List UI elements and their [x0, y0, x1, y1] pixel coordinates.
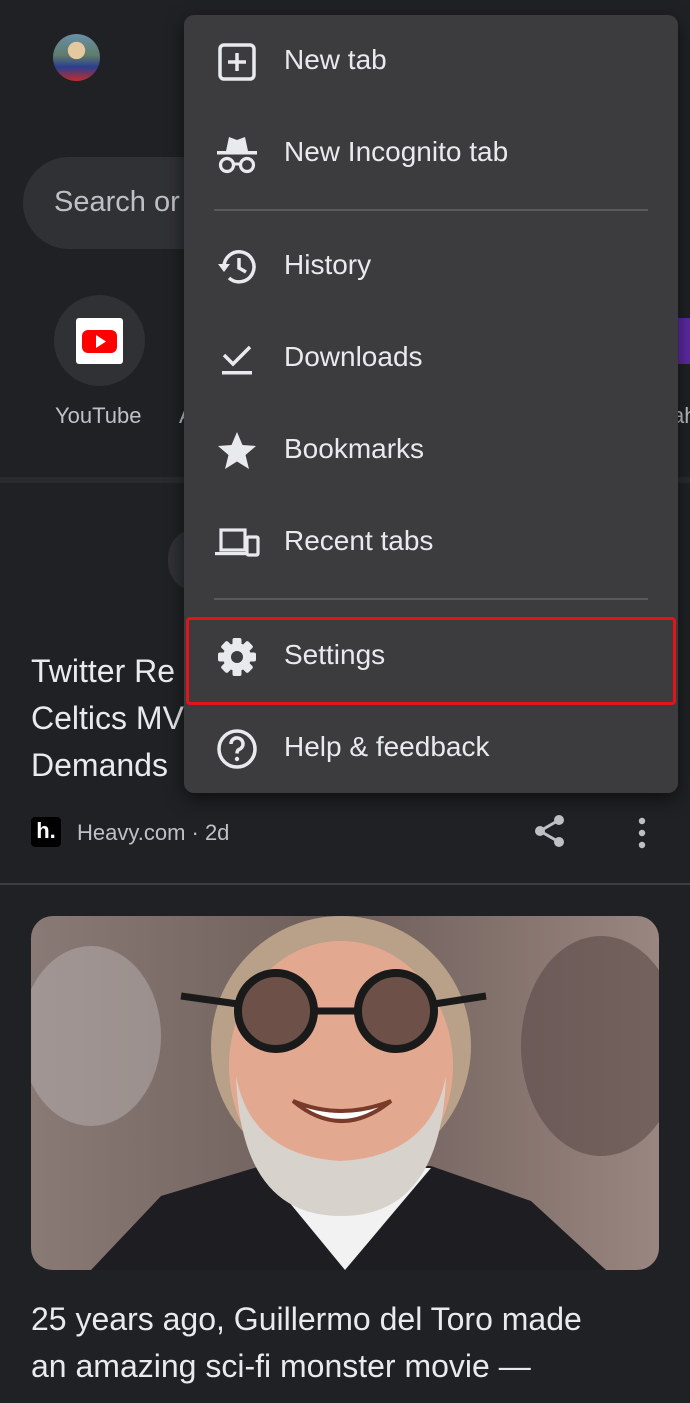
devices-icon	[214, 520, 260, 566]
menu-divider	[214, 209, 648, 211]
settings-highlight-box	[186, 617, 676, 705]
help-icon	[214, 726, 260, 772]
menu-divider	[214, 598, 648, 600]
menu-item-label: Downloads	[284, 341, 423, 372]
more-options-icon[interactable]	[628, 813, 656, 853]
article-divider	[0, 883, 690, 885]
new-tab-icon	[214, 39, 260, 85]
menu-item-bookmarks[interactable]: Bookmarks	[184, 404, 678, 496]
profile-avatar[interactable]	[53, 34, 100, 81]
menu-item-help-feedback[interactable]: Help & feedback	[184, 702, 678, 794]
article-title-line: an amazing sci-fi monster movie —	[31, 1348, 531, 1384]
menu-item-label: Bookmarks	[284, 433, 425, 464]
share-icon[interactable]	[532, 813, 568, 849]
history-icon	[214, 244, 260, 290]
menu-item-label: Help & feedback	[284, 731, 490, 762]
downloads-icon	[214, 336, 260, 382]
menu-item-recent-tabs[interactable]: Recent tabs	[184, 496, 678, 588]
menu-item-label: Recent tabs	[284, 525, 434, 556]
star-icon	[214, 428, 260, 474]
article-source: Heavy.com · 2d	[77, 820, 230, 845]
menu-item-label: New Incognito tab	[284, 136, 509, 167]
menu-item-history[interactable]: History	[184, 220, 678, 312]
incognito-icon	[214, 131, 260, 177]
source-logo: h.	[31, 817, 61, 847]
article-title-line: 25 years ago, Guillermo del Toro made	[31, 1301, 582, 1337]
menu-item-new-tab[interactable]: New tab	[184, 15, 678, 107]
search-placeholder: Search or	[54, 186, 180, 218]
menu-item-new-incognito-tab[interactable]: New Incognito tab	[184, 107, 678, 199]
youtube-icon	[76, 318, 123, 364]
shortcut-label-youtube: YouTube	[55, 403, 142, 428]
menu-item-label: New tab	[284, 44, 387, 75]
article-title[interactable]: 25 years ago, Guillermo del Toro made an…	[31, 1296, 671, 1390]
article-image[interactable]	[31, 916, 659, 1270]
menu-item-label: History	[284, 249, 372, 280]
menu-item-downloads[interactable]: Downloads	[184, 312, 678, 404]
